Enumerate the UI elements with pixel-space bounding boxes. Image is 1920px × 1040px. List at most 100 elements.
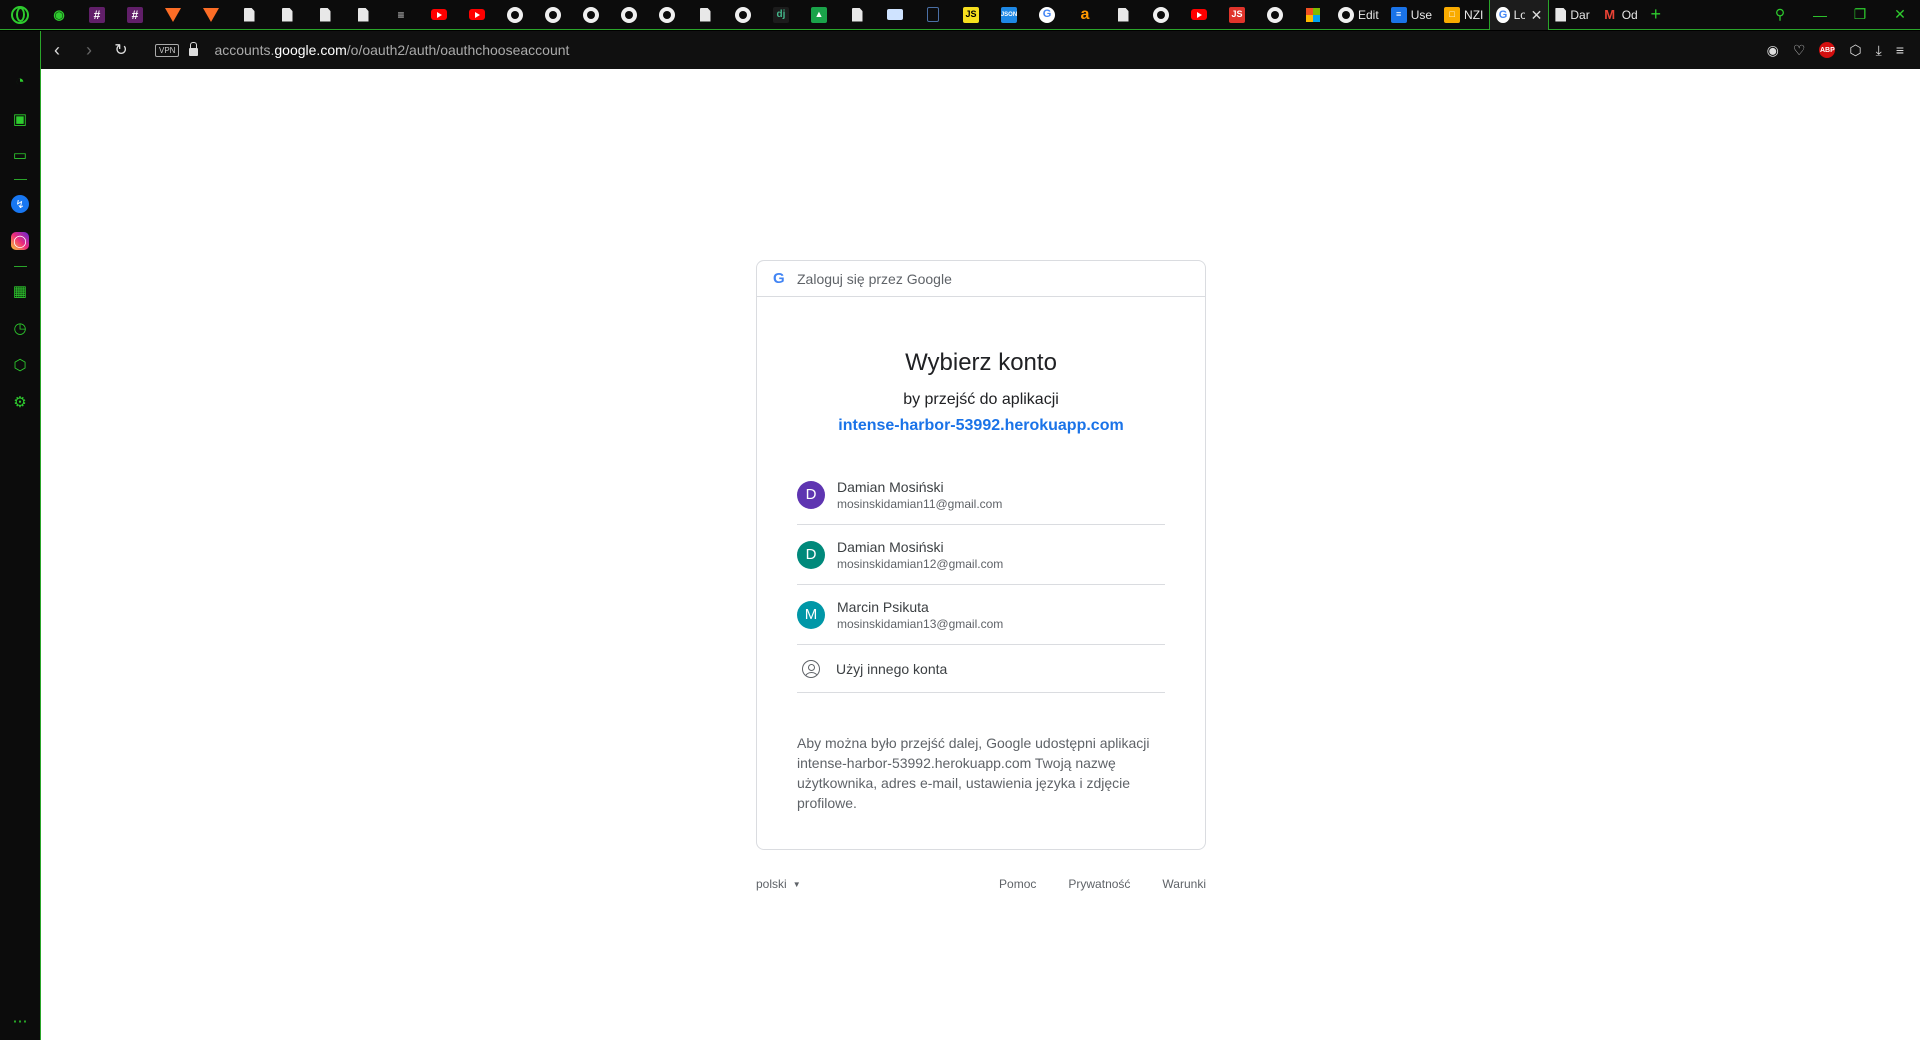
tab-javascript[interactable]: JS (952, 0, 990, 30)
shopping-bag-icon[interactable]: ▣ (10, 109, 30, 129)
tab-json[interactable]: JSON (990, 0, 1028, 30)
account-email: mosinskidamian12@gmail.com (837, 556, 1004, 571)
github-icon (507, 6, 523, 23)
tab-doc[interactable] (344, 0, 382, 30)
account-item[interactable]: D Damian Mosiński mosinskidamian11@gmail… (797, 465, 1165, 525)
vpn-badge[interactable]: VPN (155, 43, 180, 57)
language-selector[interactable]: polski ▼ (756, 877, 801, 891)
doc-icon (699, 7, 711, 22)
app-link[interactable]: intense-harbor-53992.herokuapp.com (757, 417, 1205, 435)
account-item[interactable]: M Marcin Psikuta mosinskidamian13@gmail.… (797, 585, 1165, 645)
tab-github[interactable] (496, 0, 534, 30)
restore-icon[interactable]: ❐ (1840, 6, 1880, 23)
back-button[interactable]: ‹ (41, 40, 73, 61)
speed-dial-icon[interactable]: ◔ (10, 71, 30, 91)
tab-gitlab[interactable] (192, 0, 230, 30)
heart-icon[interactable]: ♡ (1793, 42, 1806, 59)
camera-icon[interactable]: ◉ (1767, 42, 1779, 59)
tab-github[interactable] (610, 0, 648, 30)
twitch-icon[interactable]: ▭ (10, 145, 30, 165)
tab-microsoft[interactable] (1294, 0, 1332, 30)
tab-django[interactable]: dj (762, 0, 800, 30)
close-window-icon[interactable]: ✕ (1880, 6, 1920, 23)
toolbar-tools: ◉ ♡ ABP ⬡ ⤓ ≡ (1767, 42, 1920, 59)
tab-doc[interactable] (306, 0, 344, 30)
tab-stackoverflow[interactable]: ≡ (382, 0, 420, 30)
account-email: mosinskidamian11@gmail.com (837, 496, 1003, 511)
terms-link[interactable]: Warunki (1162, 877, 1206, 891)
reload-button[interactable]: ↻ (105, 40, 137, 60)
tab-chart[interactable]: ▲ (800, 0, 838, 30)
menu-icon[interactable]: ≡ (1896, 42, 1904, 58)
url-domain: google.com (274, 42, 347, 58)
tab-dar[interactable]: Dar (1549, 0, 1595, 30)
tab-doc[interactable] (914, 0, 952, 30)
tab-globe[interactable] (724, 0, 762, 30)
history-icon[interactable]: ◷ (10, 318, 30, 338)
cube-icon[interactable]: ⬡ (1849, 42, 1861, 59)
tab-google[interactable]: G (1028, 0, 1066, 30)
forward-button[interactable]: › (73, 40, 105, 61)
tab-use[interactable]: ≡ Use (1385, 0, 1438, 30)
gamepad-icon: ◉ (53, 7, 65, 22)
account-text: Damian Mosiński mosinskidamian12@gmail.c… (837, 538, 1003, 572)
close-tab-icon[interactable]: ✕ (1531, 7, 1543, 24)
tab-label: NZI (1464, 7, 1484, 22)
tab-label: Od (1621, 7, 1638, 22)
workspaces-icon[interactable]: ▦ (10, 281, 30, 301)
settings-gear-icon[interactable]: ⚙ (10, 392, 30, 412)
lock-icon[interactable] (189, 42, 199, 56)
more-options-icon[interactable]: ⋯ (10, 1011, 30, 1031)
tab-nzi[interactable]: □ NZI (1438, 0, 1489, 30)
account-text: Marcin Psikuta mosinskidamian13@gmail.co… (837, 598, 1003, 632)
tab-github[interactable] (572, 0, 610, 30)
subtitle: by przejść do aplikacji (903, 391, 1059, 408)
extensions-cube-icon[interactable]: ⬡ (10, 355, 30, 375)
tab-login-active[interactable]: GLo ✕ (1489, 0, 1550, 30)
download-icon[interactable]: ⤓ (1876, 42, 1882, 59)
tab-github[interactable] (1256, 0, 1294, 30)
tab-label: Use (1410, 7, 1433, 22)
tab-doc[interactable] (230, 0, 268, 30)
tab-doc[interactable] (686, 0, 724, 30)
tab-youtube[interactable] (1180, 0, 1218, 30)
page-content: G Zaloguj się przez Google Wybierz konto… (41, 69, 1920, 1040)
account-item[interactable]: D Damian Mosiński mosinskidamian12@gmail… (797, 525, 1165, 585)
search-tabs-icon[interactable]: ⚲ (1760, 6, 1800, 23)
card-header-text: Zaloguj się przez Google (797, 270, 952, 287)
help-link[interactable]: Pomoc (999, 877, 1036, 891)
tab-doc[interactable] (268, 0, 306, 30)
tab-github[interactable] (1142, 0, 1180, 30)
url-prefix: accounts. (214, 42, 275, 58)
tab-gitlab[interactable] (154, 0, 192, 30)
messenger-icon[interactable]: ↯ (11, 195, 29, 213)
tab-book[interactable] (876, 0, 914, 30)
tab-slack[interactable]: # (116, 0, 154, 30)
tab-javascript[interactable]: JS (1218, 0, 1256, 30)
tab-github[interactable] (534, 0, 572, 30)
account-name: Marcin Psikuta (837, 598, 929, 615)
account-list: D Damian Mosiński mosinskidamian11@gmail… (797, 465, 1165, 693)
tab-amazon[interactable]: a (1066, 0, 1104, 30)
instagram-icon[interactable]: ◯ (11, 232, 29, 250)
tab-github[interactable] (648, 0, 686, 30)
tab-youtube[interactable] (420, 0, 458, 30)
opera-logo-icon (11, 5, 29, 24)
tab-edit[interactable]: Edit (1332, 0, 1385, 30)
minimize-icon[interactable]: — (1800, 7, 1840, 23)
slack-icon: # (89, 6, 105, 23)
new-tab-button[interactable]: + (1644, 4, 1668, 25)
url-field[interactable]: accounts.google.com/o/oauth2/auth/oauthc… (214, 42, 569, 58)
tab-gmail[interactable]: M Od (1596, 0, 1644, 30)
chevron-down-icon: ▼ (792, 879, 801, 889)
tab-youtube[interactable] (458, 0, 496, 30)
avatar: D (797, 540, 825, 569)
tab-doc[interactable] (1104, 0, 1142, 30)
privacy-link[interactable]: Prywatność (1068, 877, 1130, 891)
tab-slack[interactable]: # (78, 0, 116, 30)
tab-gamepad[interactable]: ◉ (40, 0, 78, 30)
opera-menu-button[interactable] (0, 0, 40, 30)
tab-doc[interactable] (838, 0, 876, 30)
adblock-icon[interactable]: ABP (1819, 42, 1836, 58)
use-another-account-button[interactable]: Użyj innego konta (797, 645, 1165, 693)
